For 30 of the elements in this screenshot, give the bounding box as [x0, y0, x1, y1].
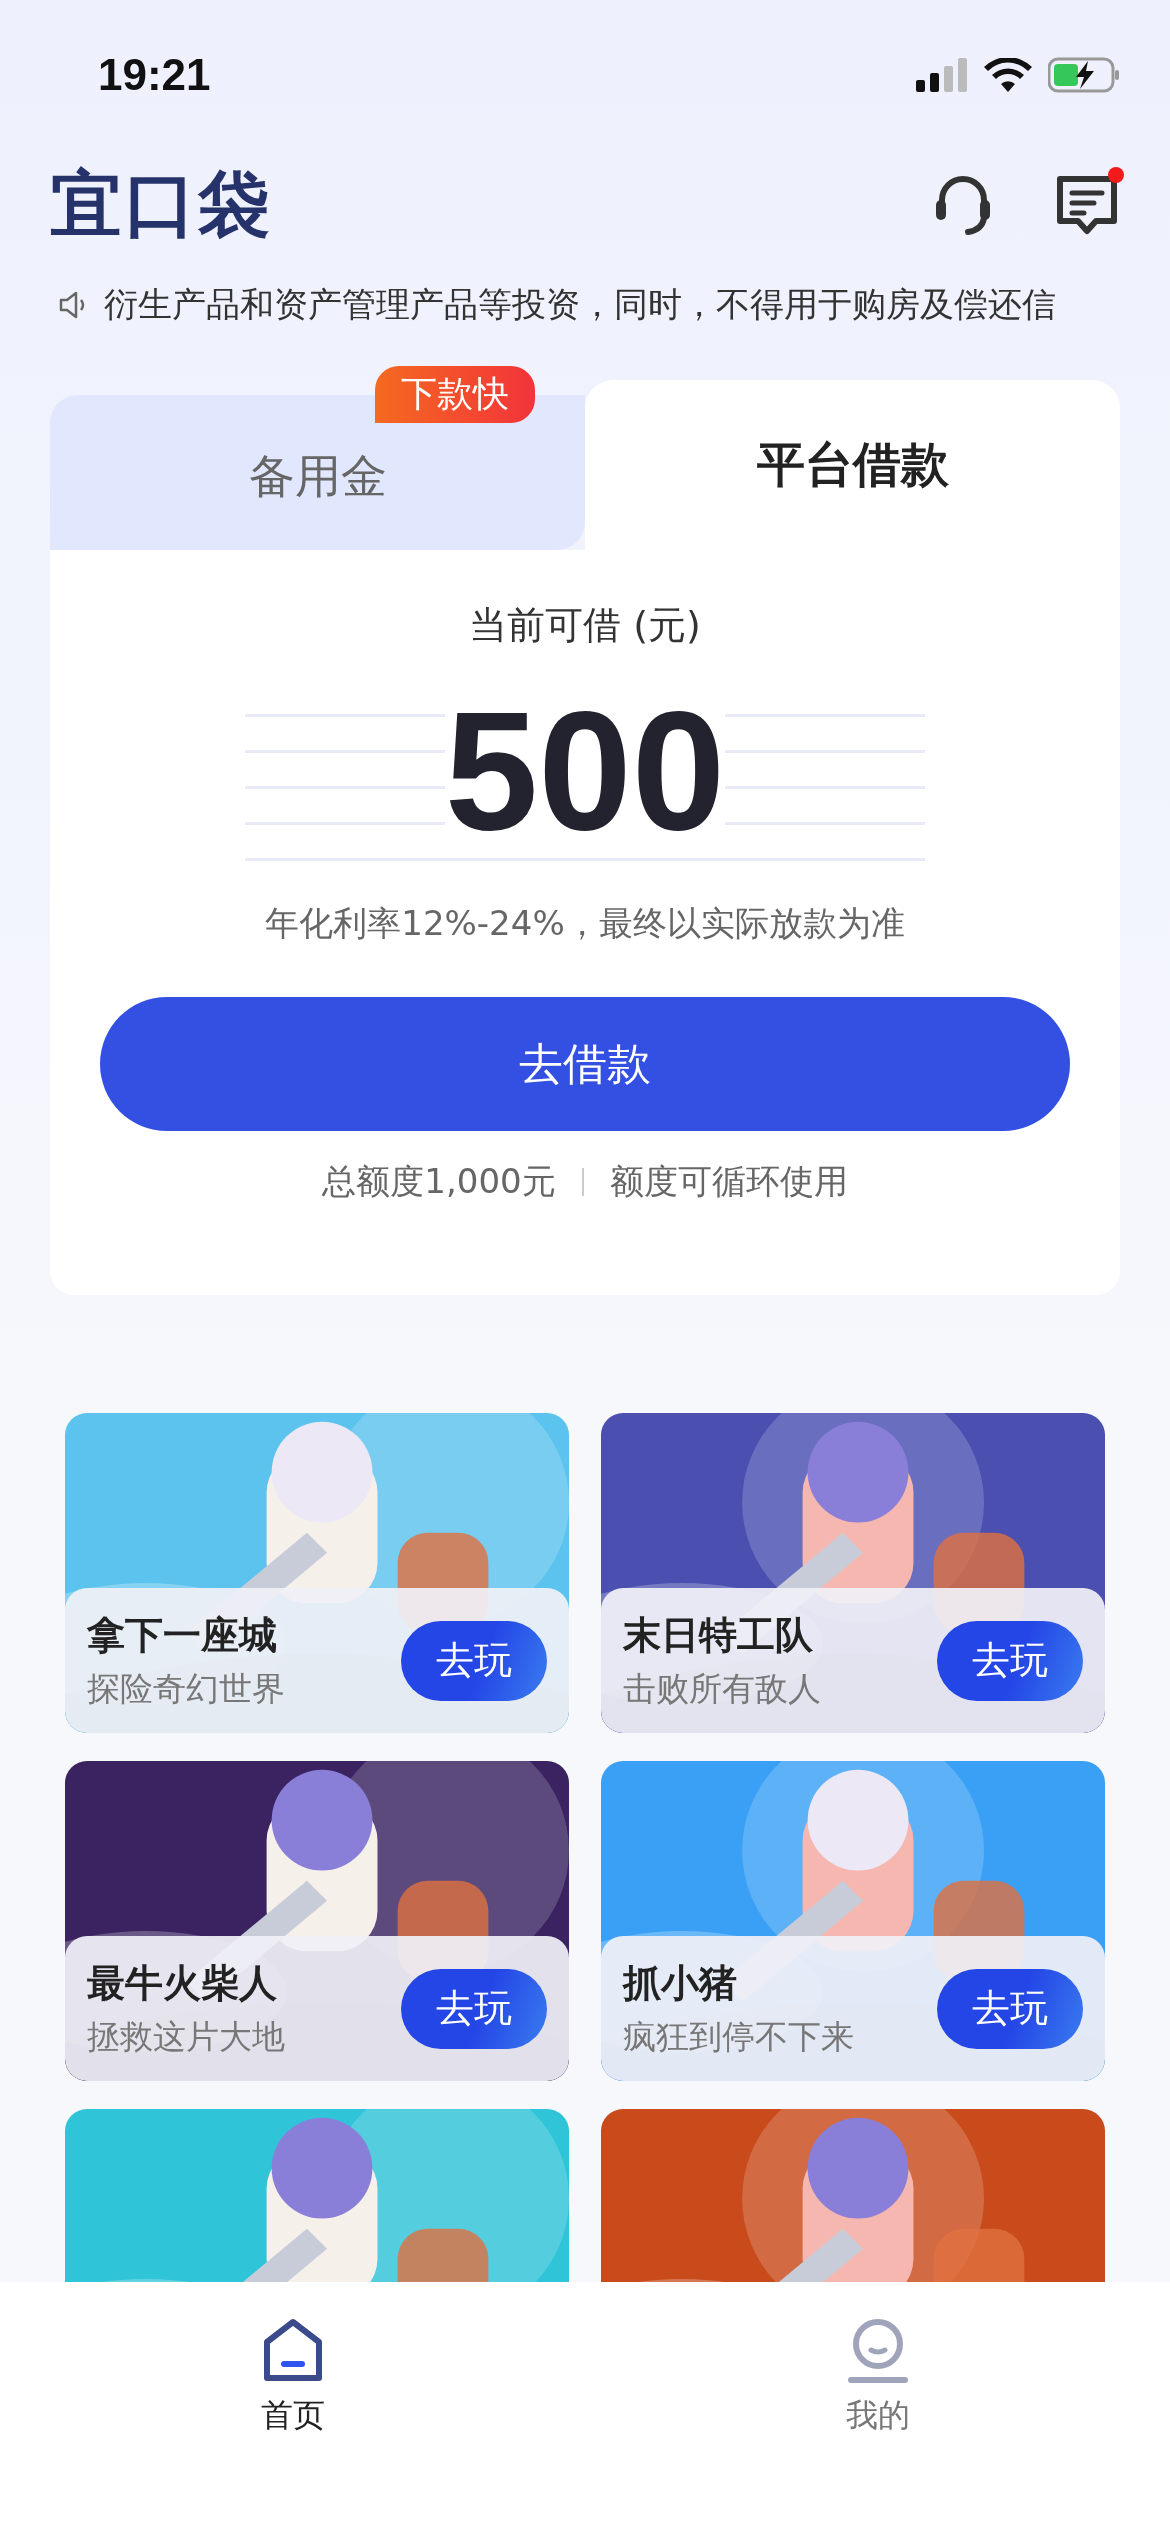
- nav-tab[interactable]: 首页: [0, 2282, 585, 2532]
- play-button[interactable]: 去玩: [937, 1968, 1083, 2049]
- notice-text: 衍生产品和资产管理产品等投资，同时，不得用于购房及偿还信: [104, 283, 1056, 326]
- available-label: 当前可借 (元): [469, 602, 701, 649]
- rate-note: 年化利率12%-24%，最终以实际放款为准: [265, 902, 905, 945]
- game-subtitle: 击败所有敌人: [623, 1667, 821, 1710]
- message-icon[interactable]: [1054, 173, 1120, 237]
- profile-icon: [846, 2318, 909, 2384]
- cycle-note: 额度可循环使用: [609, 1160, 848, 1203]
- game-subtitle: 探险奇幻世界: [87, 1667, 285, 1710]
- app-logo: 宜口袋: [50, 161, 272, 248]
- game-subtitle: 拯救这片大地: [87, 2015, 285, 2058]
- battery-icon: [1048, 57, 1120, 93]
- loan-tab[interactable]: 平台借款: [585, 380, 1120, 550]
- borrow-button[interactable]: 去借款: [100, 997, 1070, 1131]
- game-title: 拿下一座城: [87, 1611, 278, 1659]
- play-button[interactable]: 去玩: [401, 1620, 547, 1701]
- play-button[interactable]: 去玩: [401, 1968, 547, 2049]
- home-icon: [261, 2318, 324, 2384]
- fast-badge: 下款快: [375, 366, 535, 423]
- game-subtitle: 疯狂到停不下来: [623, 2015, 854, 2058]
- wifi-icon: [984, 58, 1032, 92]
- game-title: 最牛火柴人: [87, 1959, 278, 2007]
- play-button[interactable]: 去玩: [937, 1620, 1083, 1701]
- signal-icon: [916, 58, 968, 92]
- total-limit: 总额度1,000元: [322, 1160, 556, 1203]
- game-title: 抓小猪: [623, 1959, 738, 2007]
- nav-tab[interactable]: 我的: [585, 2282, 1170, 2532]
- status-time: 19:21: [98, 50, 211, 100]
- game-title: 末日特工队: [623, 1611, 814, 1659]
